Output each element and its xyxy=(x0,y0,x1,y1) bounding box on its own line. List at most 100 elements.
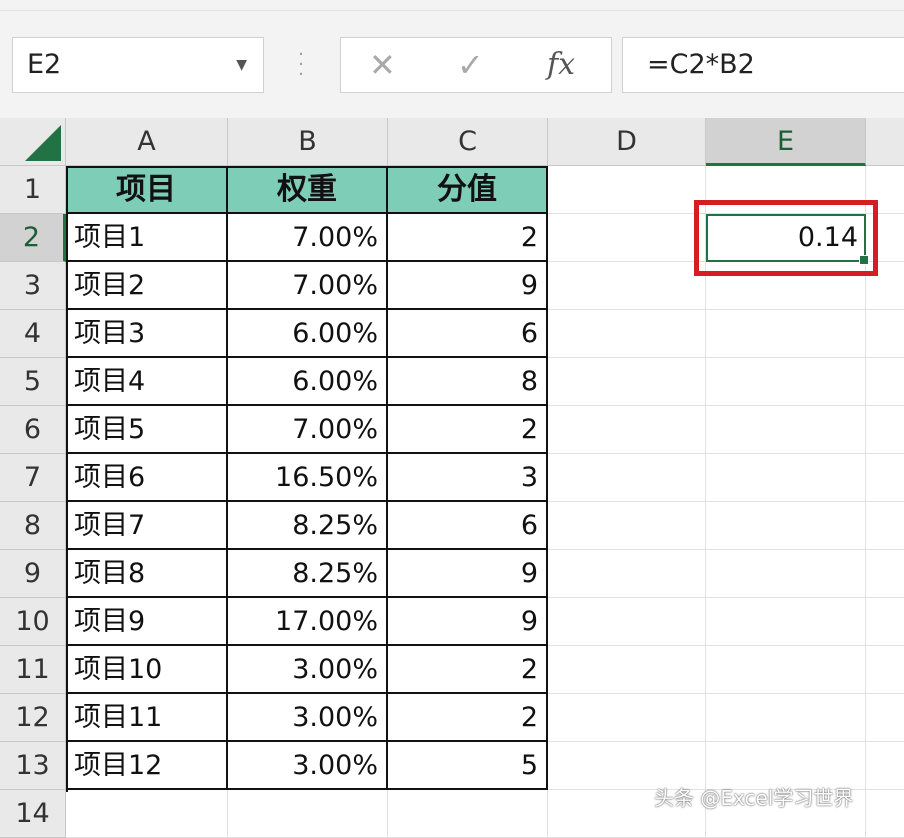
item-name-cell[interactable]: 项目5 xyxy=(66,406,228,454)
column-header-a[interactable]: A xyxy=(66,118,228,166)
empty-cell[interactable] xyxy=(548,406,706,454)
row-header-5[interactable]: 5 xyxy=(0,358,66,406)
empty-cell[interactable] xyxy=(548,550,706,598)
empty-cell[interactable] xyxy=(706,358,866,406)
empty-cell[interactable] xyxy=(706,406,866,454)
empty-cell[interactable] xyxy=(866,454,904,502)
item-name-cell[interactable]: 项目3 xyxy=(66,310,228,358)
score-cell[interactable]: 2 xyxy=(388,406,548,454)
worksheet-grid[interactable]: A B C D E 1 2 3 4 5 6 7 8 9 10 11 12 13 14 项目 权重 分值 项目1 7.00% 2 项… xyxy=(0,118,904,838)
empty-cell[interactable] xyxy=(548,454,706,502)
item-name-cell[interactable]: 项目6 xyxy=(66,454,228,502)
row-header-11[interactable]: 11 xyxy=(0,646,66,694)
row-header-7[interactable]: 7 xyxy=(0,454,66,502)
caret-down-icon[interactable]: ▼ xyxy=(236,38,247,92)
name-box[interactable]: E2 ▼ xyxy=(12,37,264,93)
item-name-cell[interactable]: 项目8 xyxy=(66,550,228,598)
column-header-c[interactable]: C xyxy=(388,118,548,166)
select-all-button[interactable] xyxy=(0,118,66,166)
score-cell[interactable]: 2 xyxy=(388,694,548,742)
item-name-cell[interactable]: 项目1 xyxy=(66,214,228,262)
column-header-d[interactable]: D xyxy=(548,118,706,166)
row-header-9[interactable]: 9 xyxy=(0,550,66,598)
score-cell[interactable]: 2 xyxy=(388,214,548,262)
item-name-cell[interactable]: 项目11 xyxy=(66,694,228,742)
weight-cell[interactable]: 3.00% xyxy=(228,646,388,694)
empty-cell[interactable] xyxy=(866,694,904,742)
weight-cell[interactable]: 6.00% xyxy=(228,358,388,406)
row-header-12[interactable]: 12 xyxy=(0,694,66,742)
weight-cell[interactable]: 17.00% xyxy=(228,598,388,646)
empty-cell[interactable] xyxy=(548,214,706,262)
empty-cell[interactable] xyxy=(548,358,706,406)
insert-function-icon[interactable]: fx xyxy=(547,38,575,92)
column-header-e[interactable]: E xyxy=(706,118,866,166)
row-header-10[interactable]: 10 xyxy=(0,598,66,646)
row-header-2[interactable]: 2 xyxy=(0,214,66,262)
table-header-cell[interactable]: 分值 xyxy=(388,166,548,214)
weight-cell[interactable]: 16.50% xyxy=(228,454,388,502)
empty-cell[interactable] xyxy=(706,598,866,646)
weight-cell[interactable]: 3.00% xyxy=(228,694,388,742)
score-cell[interactable]: 3 xyxy=(388,454,548,502)
item-name-cell[interactable]: 项目2 xyxy=(66,262,228,310)
empty-cell[interactable] xyxy=(866,406,904,454)
empty-cell[interactable] xyxy=(866,550,904,598)
empty-cell[interactable] xyxy=(548,310,706,358)
row-header-1[interactable]: 1 xyxy=(0,166,66,214)
score-cell[interactable]: 8 xyxy=(388,358,548,406)
item-name-cell[interactable]: 项目4 xyxy=(66,358,228,406)
checkmark-icon[interactable]: ✓ xyxy=(457,38,484,92)
item-name-cell[interactable]: 项目10 xyxy=(66,646,228,694)
score-cell[interactable]: 5 xyxy=(388,742,548,790)
row-header-13[interactable]: 13 xyxy=(0,742,66,790)
row-header-14[interactable]: 14 xyxy=(0,790,66,838)
weight-cell[interactable]: 8.25% xyxy=(228,502,388,550)
empty-cell[interactable] xyxy=(548,502,706,550)
weight-cell[interactable]: 3.00% xyxy=(228,742,388,790)
close-icon[interactable]: ✕ xyxy=(369,38,396,92)
empty-cell[interactable] xyxy=(548,694,706,742)
score-cell[interactable]: 6 xyxy=(388,502,548,550)
row-header-6[interactable]: 6 xyxy=(0,406,66,454)
weight-cell[interactable]: 7.00% xyxy=(228,406,388,454)
table-header-cell[interactable]: 权重 xyxy=(228,166,388,214)
empty-cell[interactable] xyxy=(706,454,866,502)
empty-cell[interactable] xyxy=(866,646,904,694)
empty-cell[interactable] xyxy=(548,262,706,310)
item-name-cell[interactable]: 项目7 xyxy=(66,502,228,550)
empty-cell[interactable] xyxy=(706,550,866,598)
score-cell[interactable]: 2 xyxy=(388,646,548,694)
empty-cell[interactable] xyxy=(866,790,904,838)
drag-handle-icon[interactable]: · · · xyxy=(296,46,306,84)
score-cell[interactable]: 9 xyxy=(388,550,548,598)
score-cell[interactable]: 9 xyxy=(388,262,548,310)
column-header-b[interactable]: B xyxy=(228,118,388,166)
table-header-cell[interactable]: 项目 xyxy=(66,166,228,214)
weight-cell[interactable]: 7.00% xyxy=(228,262,388,310)
empty-cell[interactable] xyxy=(706,502,866,550)
empty-cell[interactable] xyxy=(66,790,228,838)
row-header-4[interactable]: 4 xyxy=(0,310,66,358)
weight-cell[interactable]: 8.25% xyxy=(228,550,388,598)
score-cell[interactable]: 6 xyxy=(388,310,548,358)
row-header-8[interactable]: 8 xyxy=(0,502,66,550)
item-name-cell[interactable]: 项目9 xyxy=(66,598,228,646)
empty-cell[interactable] xyxy=(706,646,866,694)
empty-cell[interactable] xyxy=(866,742,904,790)
empty-cell[interactable] xyxy=(866,598,904,646)
empty-cell[interactable] xyxy=(548,166,706,214)
item-name-cell[interactable]: 项目12 xyxy=(66,742,228,790)
empty-cell[interactable] xyxy=(866,358,904,406)
empty-cell[interactable] xyxy=(706,694,866,742)
empty-cell[interactable] xyxy=(866,310,904,358)
formula-input[interactable]: =C2*B2 xyxy=(622,37,904,93)
empty-cell[interactable] xyxy=(228,790,388,838)
empty-cell[interactable] xyxy=(548,646,706,694)
empty-cell[interactable] xyxy=(706,310,866,358)
weight-cell[interactable]: 6.00% xyxy=(228,310,388,358)
row-header-3[interactable]: 3 xyxy=(0,262,66,310)
empty-cell[interactable] xyxy=(548,598,706,646)
weight-cell[interactable]: 7.00% xyxy=(228,214,388,262)
empty-cell[interactable] xyxy=(866,502,904,550)
